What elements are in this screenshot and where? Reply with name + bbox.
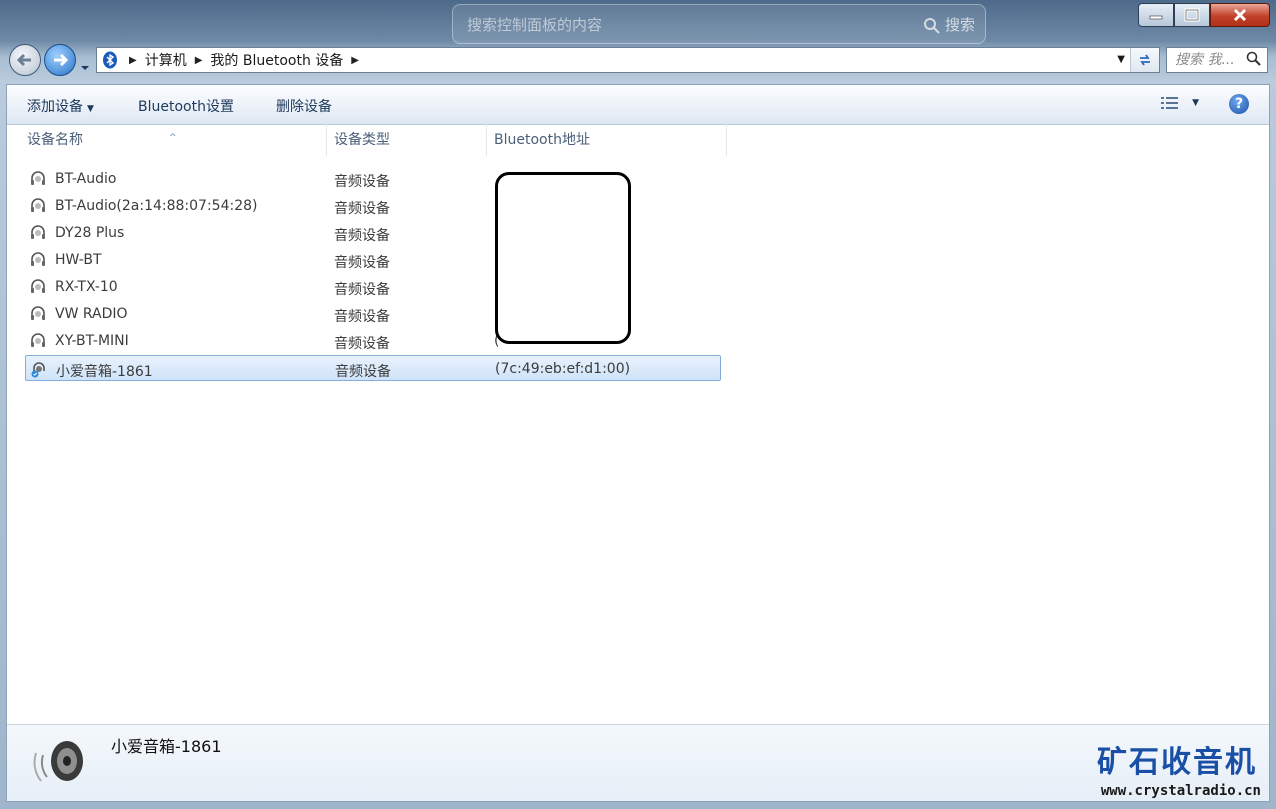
top-search-placeholder: 搜索控制面板的内容 [467,16,603,34]
maximize-button[interactable] [1174,3,1210,27]
device-type: 音频设备 [335,364,391,380]
details-view-icon [1161,97,1179,109]
device-name: BT-Audio [55,171,117,187]
top-search-box[interactable]: 搜索控制面板的内容 搜索 [452,4,986,44]
bluetooth-settings-button[interactable]: Bluetooth设置 [138,96,234,116]
device-type: 音频设备 [334,282,390,298]
column-header-address[interactable]: Bluetooth地址 [487,124,727,156]
refresh-icon [1140,54,1150,66]
device-type: 音频设备 [334,336,390,352]
device-name: 小爱音箱-1861 [56,364,153,380]
address-bar[interactable]: ▶ 计算机 ▶ 我的 Bluetooth 设备 ▶ ▼ [96,47,1160,73]
device-type: 音频设备 [334,201,390,217]
help-icon: ? [1234,96,1244,112]
sort-ascending-icon: ^ [169,133,177,143]
device-type: 音频设备 [334,228,390,244]
details-device-name: 小爱音箱-1861 [111,737,222,756]
list-item-selected[interactable]: 小爱音箱-1861 音频设备 (7c:49:eb:ef:d1:00) [25,355,721,381]
search-input[interactable]: 搜索 我... [1166,47,1268,73]
watermark-brand: 矿石收音机 [1097,745,1257,780]
device-type: 音频设备 [334,309,390,325]
headset-icon [31,333,45,347]
breadcrumb-separator-icon[interactable]: ▶ [129,55,137,66]
device-type: 音频设备 [334,255,390,271]
content-pane: 添加设备 ▼ Bluetooth设置 删除设备 ▼ ? 设备名称 ^ 设备类型 B… [6,84,1270,802]
chevron-down-icon: ▼ [87,104,94,114]
forward-button[interactable] [44,44,76,76]
address-history-dropdown[interactable]: ▼ [1117,54,1125,65]
top-search-button[interactable]: 搜索 [923,11,975,39]
command-bar: 添加设备 ▼ Bluetooth设置 删除设备 ▼ ? [7,85,1269,125]
device-type: 音频设备 [334,174,390,190]
minimize-button[interactable] [1138,3,1174,27]
breadcrumb-separator-icon[interactable]: ▶ [195,55,203,66]
back-button[interactable] [9,44,41,76]
headset-icon [31,279,45,293]
close-icon [1233,8,1247,22]
recent-pages-dropdown[interactable] [80,57,90,76]
headset-icon [31,198,45,212]
chevron-down-icon: ▼ [1192,98,1199,108]
headset-icon [31,306,45,320]
search-placeholder: 搜索 我... [1175,52,1235,68]
breadcrumb-separator-icon[interactable]: ▶ [351,55,359,66]
search-icon [923,17,940,34]
headset-icon [31,225,45,239]
column-header-name[interactable]: 设备名称 ^ [7,124,327,156]
refresh-button[interactable] [1130,48,1159,72]
arrow-right-icon [54,53,69,67]
breadcrumb-bluetooth-devices[interactable]: 我的 Bluetooth 设备 [210,50,343,70]
redaction-box [495,172,631,344]
caption-buttons [1138,3,1270,27]
search-icon [1246,51,1261,66]
device-name: VW RADIO [55,306,128,322]
headset-icon [31,171,45,185]
change-view-button[interactable]: ▼ [1160,95,1199,111]
device-name: HW-BT [55,252,102,268]
minimize-icon [1149,15,1163,20]
watermark-url: www.crystalradio.cn [1100,783,1261,799]
speaker-connected-icon [31,362,45,378]
device-name: RX-TX-10 [55,279,118,295]
add-device-button[interactable]: 添加设备 ▼ [27,96,94,116]
device-address: (7c:49:eb:ef:d1:00) [495,361,631,377]
device-name: XY-BT-MINI [55,333,129,349]
maximize-icon [1184,8,1200,22]
details-pane: 小爱音箱-1861 矿石收音机 www.crystalradio.cn [7,724,1269,801]
breadcrumb-computer[interactable]: 计算机 [145,50,187,70]
close-button[interactable] [1210,3,1270,27]
device-name: DY28 Plus [55,225,125,241]
headset-icon [31,252,45,266]
chevron-down-icon [81,66,89,70]
help-button[interactable]: ? [1229,94,1249,114]
remove-device-button[interactable]: 删除设备 [276,96,332,116]
device-name: BT-Audio(2a:14:88:07:54:28) [55,198,258,214]
column-header-type[interactable]: 设备类型 [327,124,487,156]
bluetooth-icon [99,49,121,71]
arrow-left-icon [16,53,31,67]
speaker-icon [33,741,83,782]
column-header-row: 设备名称 ^ 设备类型 Bluetooth地址 [7,124,727,156]
